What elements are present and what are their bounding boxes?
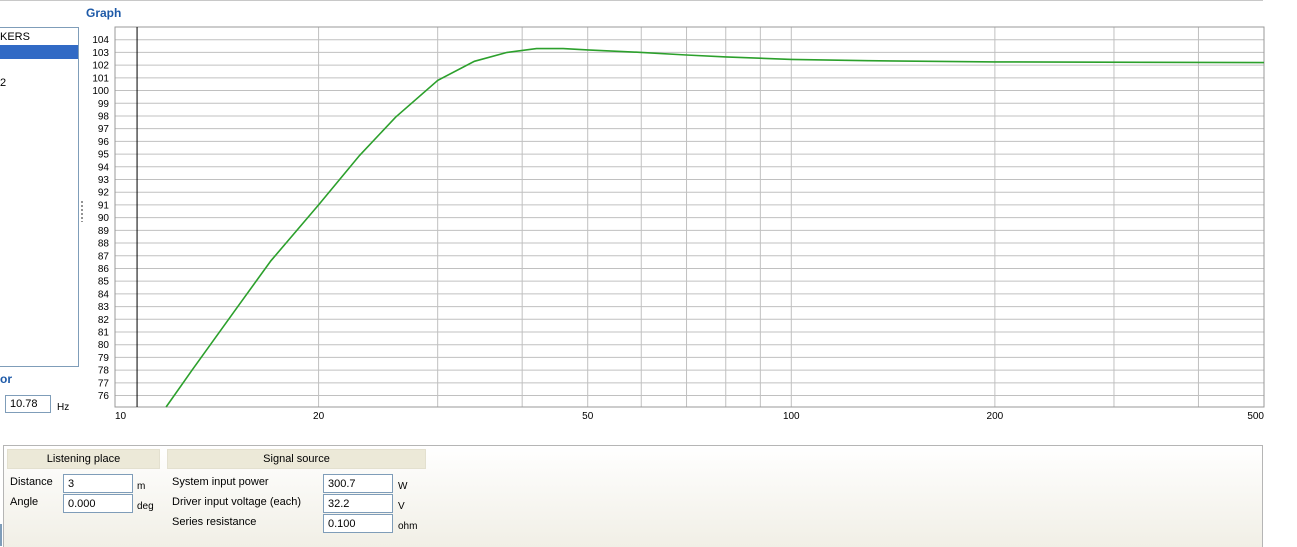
- angle-label: Angle: [10, 496, 39, 508]
- y-tick-label: 76: [98, 391, 110, 402]
- y-tick-label: 99: [98, 99, 110, 110]
- distance-label: Distance: [10, 476, 53, 488]
- y-tick-label: 89: [98, 226, 110, 237]
- y-axis-labels: 7677787980818283848586878889909192939495…: [92, 35, 109, 402]
- signal-source-header: Signal source: [167, 449, 426, 469]
- y-tick-label: 94: [98, 162, 110, 173]
- angle-unit: deg: [137, 501, 154, 512]
- driver-input-voltage-unit: V: [398, 501, 405, 512]
- driver-input-voltage-label: Driver input voltage (each): [172, 496, 302, 508]
- series-resistance-label: Series resistance: [172, 516, 257, 528]
- driver-input-voltage-input[interactable]: [323, 494, 393, 513]
- distance-input[interactable]: [63, 474, 133, 493]
- panel-edge: [0, 524, 2, 546]
- y-tick-label: 96: [98, 137, 110, 148]
- system-input-power-label: System input power: [172, 476, 269, 488]
- y-tick-label: 85: [98, 277, 110, 288]
- system-input-power-input[interactable]: [323, 474, 393, 493]
- distance-unit: m: [137, 481, 146, 492]
- y-tick-label: 91: [98, 200, 110, 211]
- x-tick-label: 500: [1247, 411, 1264, 422]
- y-tick-label: 88: [98, 239, 110, 250]
- x-tick-label: 100: [783, 411, 800, 422]
- y-tick-label: 77: [98, 378, 110, 389]
- x-tick-label: 20: [313, 411, 325, 422]
- y-tick-label: 100: [92, 86, 109, 97]
- parameters-panel: Listening place Distance m Angle deg Sig…: [3, 445, 1263, 547]
- x-axis-labels: 10 20 50 100 200 500: [115, 411, 1264, 422]
- system-input-power-unit: W: [398, 481, 408, 492]
- y-tick-label: 104: [92, 35, 109, 46]
- y-tick-label: 102: [92, 61, 109, 72]
- series-resistance-input[interactable]: [323, 514, 393, 533]
- y-tick-label: 90: [98, 213, 110, 224]
- y-tick-label: 86: [98, 264, 110, 275]
- y-tick-label: 79: [98, 353, 110, 364]
- y-tick-label: 82: [98, 315, 110, 326]
- x-tick-label: 50: [582, 411, 594, 422]
- x-tick-label: 10: [115, 411, 127, 422]
- y-tick-label: 78: [98, 366, 110, 377]
- spl-chart: 7677787980818283848586878889909192939495…: [92, 26, 1265, 422]
- y-tick-label: 81: [98, 328, 110, 339]
- y-tick-label: 98: [98, 111, 110, 122]
- y-tick-label: 101: [92, 73, 109, 84]
- y-tick-label: 80: [98, 340, 110, 351]
- series-resistance-unit: ohm: [398, 521, 418, 532]
- series-line: [165, 47, 1265, 408]
- listening-place-header: Listening place: [7, 449, 160, 469]
- x-tick-label: 200: [987, 411, 1004, 422]
- y-tick-label: 87: [98, 251, 110, 262]
- plot-frame: [114, 26, 1265, 408]
- y-tick-label: 83: [98, 302, 110, 313]
- y-tick-label: 84: [98, 289, 110, 300]
- y-tick-label: 103: [92, 48, 109, 59]
- y-tick-label: 97: [98, 124, 110, 135]
- angle-input[interactable]: [63, 494, 133, 513]
- chart-grid: [115, 27, 1264, 407]
- y-tick-label: 92: [98, 188, 110, 199]
- y-tick-label: 93: [98, 175, 110, 186]
- y-tick-label: 95: [98, 150, 110, 161]
